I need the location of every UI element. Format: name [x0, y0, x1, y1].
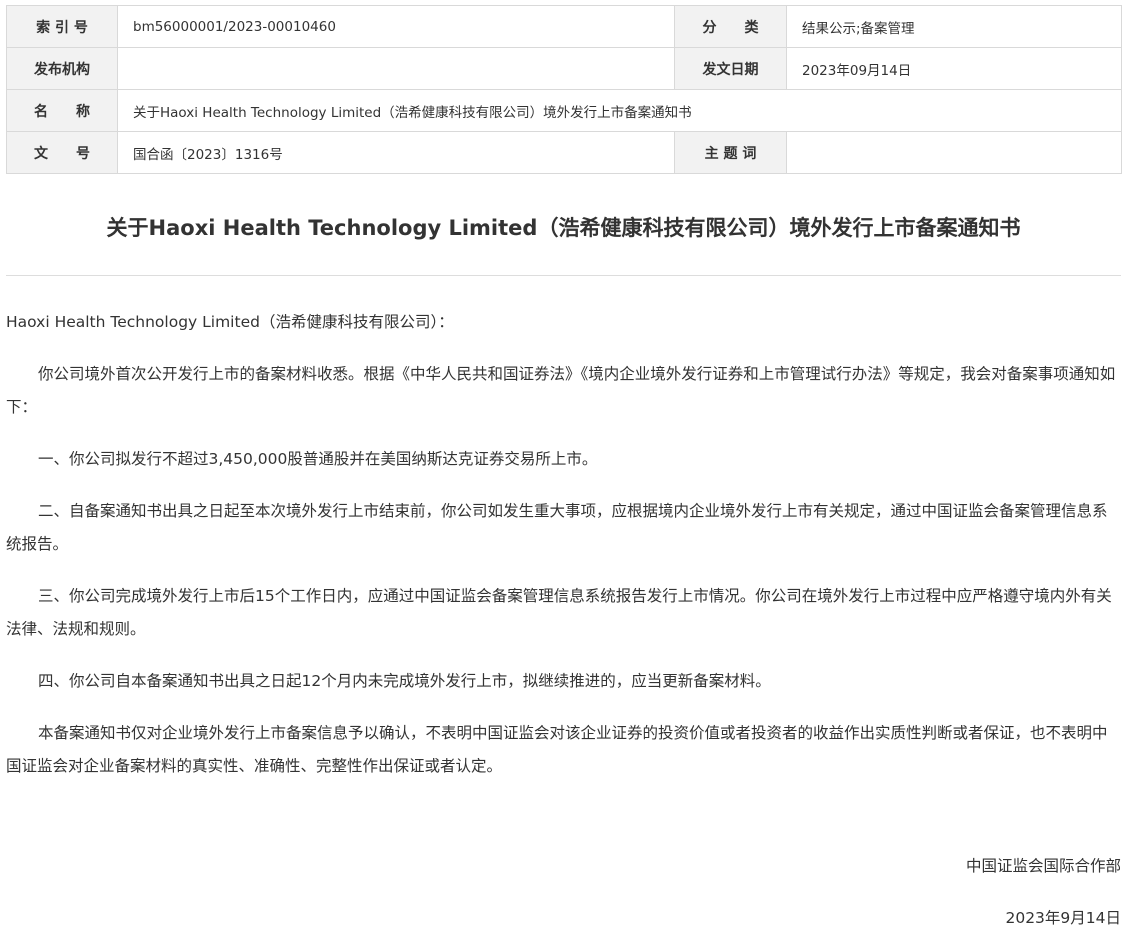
index-number-label: 索 引 号 [6, 5, 118, 48]
category-value: 结果公示;备案管理 [786, 5, 1122, 48]
document-title: 关于Haoxi Health Technology Limited（浩希健康科技… [106, 216, 1021, 240]
issue-date-label: 发文日期 [674, 47, 787, 90]
paragraph-item-2: 二、自备案通知书出具之日起至本次境外发行上市结束前，你公司如发生重大事项，应根据… [6, 502, 1108, 553]
signature-date: 2023年9月14日 [1005, 909, 1121, 927]
index-number-value: bm56000001/2023-00010460 [117, 5, 675, 48]
paragraph-intro: 你公司境外首次公开发行上市的备案材料收悉。根据《中华人民共和国证券法》《境内企业… [6, 365, 1116, 416]
paragraph-disclaimer: 本备案通知书仅对企业境外发行上市备案信息予以确认，不表明中国证监会对该企业证券的… [6, 724, 1108, 775]
name-label: 名 称 [6, 89, 118, 132]
title-divider [6, 275, 1121, 276]
meta-row-name: 名 称 关于Haoxi Health Technology Limited（浩希… [6, 89, 1122, 132]
meta-row-issuer: 发布机构 发文日期 2023年09月14日 [6, 47, 1122, 90]
document-metadata-table: 索 引 号 bm56000001/2023-00010460 分 类 结果公示;… [6, 5, 1122, 174]
keywords-value [786, 131, 1122, 174]
name-value: 关于Haoxi Health Technology Limited（浩希健康科技… [117, 89, 1122, 132]
issuer-value [117, 47, 675, 90]
signature-organization: 中国证监会国际合作部 [965, 857, 1121, 875]
document-body: Haoxi Health Technology Limited（浩希健康科技有限… [6, 306, 1118, 802]
category-label: 分 类 [674, 5, 787, 48]
issue-date-value: 2023年09月14日 [786, 47, 1122, 90]
paragraph-item-1: 一、你公司拟发行不超过3,450,000股普通股并在美国纳斯达克证券交易所上市。 [38, 450, 598, 468]
meta-row-index: 索 引 号 bm56000001/2023-00010460 分 类 结果公示;… [6, 5, 1122, 48]
paragraph-item-3: 三、你公司完成境外发行上市后15个工作日内，应通过中国证监会备案管理信息系统报告… [6, 587, 1112, 638]
keywords-label: 主 题 词 [674, 131, 787, 174]
paragraph-item-4: 四、你公司自本备案通知书出具之日起12个月内未完成境外发行上市，拟继续推进的，应… [38, 672, 771, 690]
meta-row-docno: 文 号 国合函〔2023〕1316号 主 题 词 [6, 131, 1122, 174]
salutation: Haoxi Health Technology Limited（浩希健康科技有限… [6, 313, 454, 331]
document-number-value: 国合函〔2023〕1316号 [117, 131, 675, 174]
issuer-label: 发布机构 [6, 47, 118, 90]
document-number-label: 文 号 [6, 131, 118, 174]
